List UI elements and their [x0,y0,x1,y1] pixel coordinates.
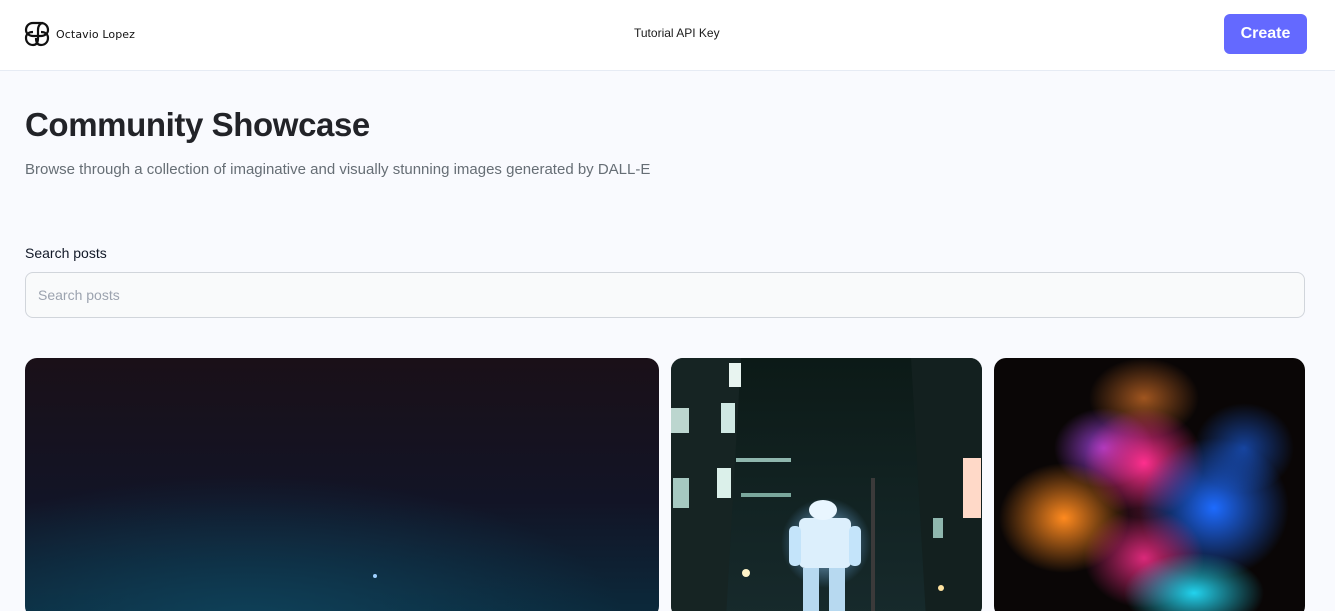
neon-robot-city-image [671,358,982,611]
page-subtitle: Browse through a collection of imaginati… [25,161,651,178]
knot-logo-icon [24,21,50,47]
post-card[interactable] [25,358,659,611]
brand-logo-link[interactable]: Octavio Lopez [24,20,135,48]
search-label: Search posts [25,245,107,261]
post-card[interactable] [994,358,1305,611]
brand-name: Octavio Lopez [56,27,136,41]
search-input[interactable] [25,272,1305,318]
tutorial-api-key-link[interactable]: Tutorial API Key [627,24,727,42]
post-card[interactable] [671,358,982,611]
page-title: Community Showcase [25,106,370,143]
top-navbar: Octavio Lopez Tutorial API Key Create [0,0,1335,71]
color-powder-explosion-image [994,358,1305,611]
dark-night-sky-image [25,358,659,611]
create-button[interactable]: Create [1224,14,1307,54]
